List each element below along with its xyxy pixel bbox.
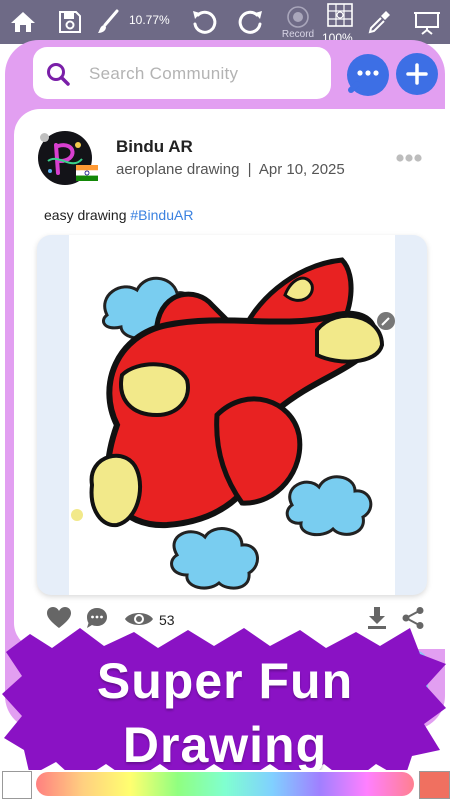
chat-bubble-icon <box>348 70 379 93</box>
record-label: Record <box>281 28 315 40</box>
eyedropper-icon <box>368 11 390 34</box>
save-icon <box>59 11 81 33</box>
chat-button[interactable] <box>347 54 389 96</box>
india-flag-icon <box>76 165 98 181</box>
caption-text: easy drawing <box>44 207 127 223</box>
brush-icon <box>98 9 119 33</box>
post-date: Apr 10, 2025 <box>258 161 345 178</box>
zoom-level: 10.77% <box>129 13 170 27</box>
redo-icon <box>238 10 262 34</box>
color-bar <box>0 770 450 800</box>
aeroplane-drawing <box>69 235 395 595</box>
post-meta: aeroplane drawing | Apr 10, 2025 <box>116 161 345 178</box>
search-bar[interactable]: Search Community <box>33 47 331 99</box>
secondary-color-swatch[interactable] <box>419 771 450 799</box>
save-button[interactable] <box>56 0 84 44</box>
undo-icon <box>193 10 217 34</box>
primary-color-swatch[interactable] <box>2 771 32 799</box>
post-artwork[interactable] <box>37 235 427 595</box>
banner-line-2: Drawing <box>122 717 328 773</box>
banner-line-1: Super Fun <box>96 653 354 709</box>
home-button[interactable] <box>8 0 38 44</box>
presentation-button[interactable] <box>412 0 442 44</box>
undo-button[interactable] <box>189 0 219 44</box>
top-toolbar: 10.77% Record 100% <box>0 0 450 45</box>
color-spectrum-slider[interactable] <box>36 772 414 796</box>
post-username[interactable]: Bindu AR <box>116 137 193 157</box>
plus-icon <box>406 63 428 85</box>
presentation-icon <box>414 12 440 35</box>
home-icon <box>11 12 35 32</box>
post-caption: easy drawing #BinduAR <box>44 207 193 223</box>
grid-icon <box>327 3 353 27</box>
brush-button[interactable] <box>94 0 122 44</box>
record-button[interactable]: Record <box>278 0 318 44</box>
caption-hashtag[interactable]: #BinduAR <box>130 207 193 223</box>
search-input[interactable]: Search Community <box>89 64 238 84</box>
meta-separator: | <box>247 161 252 178</box>
post-title: aeroplane drawing <box>116 161 240 178</box>
promo-banner: Super Fun Drawing <box>0 624 450 784</box>
add-post-button[interactable] <box>396 53 438 95</box>
eyedropper-button[interactable] <box>365 0 393 44</box>
redo-button[interactable] <box>236 0 266 44</box>
record-icon <box>287 5 309 28</box>
more-options-icon[interactable] <box>396 153 422 163</box>
online-status-dot <box>40 133 49 142</box>
search-icon <box>47 63 70 86</box>
